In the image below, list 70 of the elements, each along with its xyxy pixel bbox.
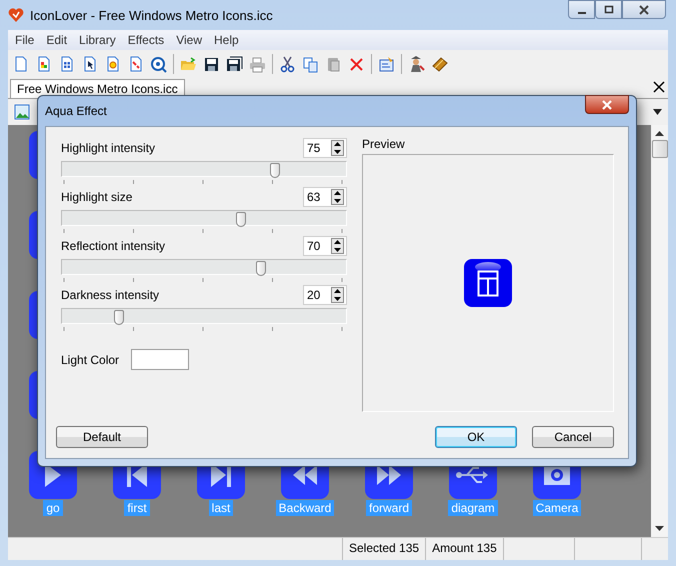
dialog-button[interactable]: OK — [435, 426, 517, 448]
menu-item[interactable]: View — [172, 33, 210, 47]
status-text: Selected 135 — [343, 538, 426, 560]
scroll-down-icon[interactable] — [655, 526, 664, 531]
scroll-up-icon[interactable] — [655, 131, 664, 136]
properties-icon[interactable] — [378, 56, 395, 72]
spin-arrows-icon[interactable] — [331, 140, 344, 156]
light-color-label: Light Color — [61, 352, 120, 366]
slider-thumb[interactable] — [270, 163, 280, 178]
window-title: IconLover - Free Windows Metro Icons.icc — [30, 8, 273, 22]
dialog-button[interactable]: Cancel — [532, 426, 614, 448]
icon-label: forward — [366, 500, 412, 516]
slider-thumb[interactable] — [236, 212, 246, 227]
slider-thumb[interactable] — [114, 310, 124, 325]
dropdown-arrow-icon[interactable] — [653, 109, 662, 115]
menu-item[interactable]: Library — [75, 33, 124, 47]
spin-field[interactable]: 75 — [303, 138, 347, 158]
scroll-thumb[interactable] — [652, 140, 668, 158]
slider-track[interactable] — [61, 259, 347, 275]
slider-track[interactable] — [61, 210, 347, 226]
icon-label: first — [124, 500, 150, 516]
close-icon — [638, 4, 650, 14]
setting-label: Reflectiont intensity — [61, 239, 166, 253]
minimize-button[interactable] — [568, 0, 595, 19]
spin-arrows-icon[interactable] — [331, 238, 344, 254]
minimize-icon — [578, 12, 586, 14]
icon-label: Camera — [532, 500, 582, 516]
dialog-button[interactable]: Default — [56, 426, 148, 448]
dialog-title: Aqua Effect — [45, 104, 107, 118]
menu-item[interactable]: Edit — [42, 33, 76, 47]
slider-track[interactable] — [61, 308, 347, 324]
setting-label: Darkness intensity — [61, 288, 160, 302]
restore-button[interactable] — [595, 0, 622, 19]
slider-thumb[interactable] — [256, 261, 266, 276]
setting-label: Highlight intensity — [61, 141, 156, 155]
status-text: Amount 135 — [426, 538, 504, 560]
spin-field[interactable]: 20 — [303, 285, 347, 305]
preview-label: Preview — [362, 137, 406, 151]
window-icon — [464, 259, 512, 307]
setting-label: Highlight size — [61, 190, 132, 204]
delete-icon[interactable] — [348, 56, 365, 72]
menu-item[interactable]: File — [11, 33, 42, 47]
close-icon[interactable] — [653, 81, 665, 93]
spin-field[interactable]: 70 — [303, 236, 347, 256]
color-swatch[interactable] — [131, 349, 190, 370]
spin-field[interactable]: 63 — [303, 187, 347, 207]
wizard-icon[interactable] — [408, 56, 425, 72]
copy-icon[interactable] — [302, 56, 319, 72]
scrollbar[interactable] — [651, 125, 668, 537]
menu-item[interactable]: Effects — [124, 33, 172, 47]
close-button[interactable] — [585, 95, 629, 114]
slider-track[interactable] — [61, 161, 347, 177]
spin-arrows-icon[interactable] — [331, 189, 344, 205]
icon-label: go — [43, 500, 63, 516]
save-all-icon[interactable] — [226, 56, 243, 72]
spin-arrows-icon[interactable] — [331, 287, 344, 303]
heart-icon — [8, 7, 24, 23]
printer-icon[interactable] — [249, 56, 266, 72]
icon-label: Backward — [276, 500, 334, 516]
image-icon[interactable] — [14, 104, 30, 120]
icon-label: diagram — [448, 500, 498, 516]
close-icon — [601, 100, 613, 110]
save-icon[interactable] — [203, 56, 220, 72]
restore-icon — [604, 4, 614, 14]
menu-item[interactable]: Help — [210, 33, 247, 47]
ico-search-icon[interactable] — [150, 56, 167, 72]
open-folder-icon[interactable] — [180, 56, 197, 72]
scissors-icon[interactable] — [279, 56, 296, 72]
icon-label: last — [208, 500, 234, 516]
close-button[interactable] — [622, 0, 666, 19]
